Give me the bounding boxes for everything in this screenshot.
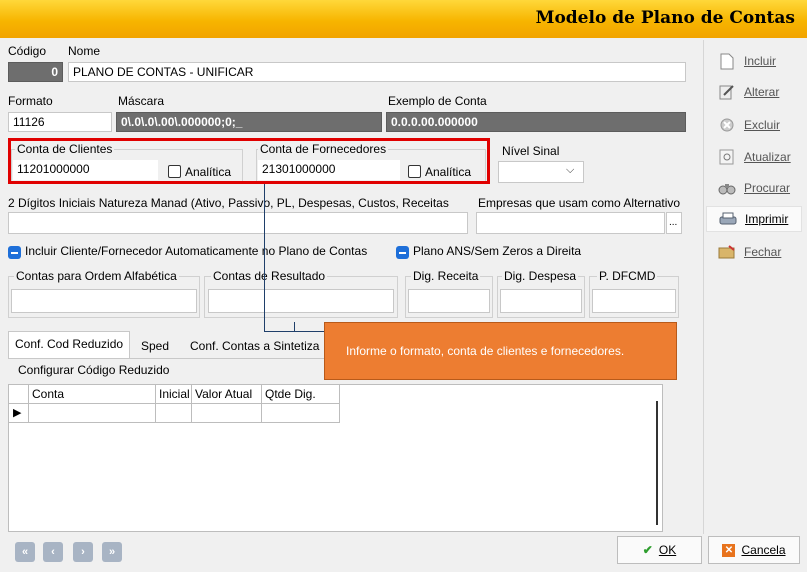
grid-group-label: Configurar Código Reduzido — [18, 363, 170, 377]
delete-icon — [716, 116, 738, 134]
ordem-label: Contas para Ordem Alfabética — [14, 269, 179, 283]
refresh-icon — [716, 148, 738, 166]
resultado-label: Contas de Resultado — [211, 269, 328, 283]
plano-ans-label: Plano ANS/Sem Zeros a Direita — [413, 244, 582, 258]
despesa-field[interactable] — [500, 289, 582, 313]
alterar-label: Alterar — [744, 85, 780, 99]
grid-corner — [9, 385, 29, 404]
codigo-field[interactable]: 0 — [8, 62, 63, 82]
receita-label: Dig. Receita — [411, 269, 481, 283]
document-icon — [716, 52, 738, 70]
nav-last-button[interactable]: » — [102, 542, 122, 562]
incluir-label: Incluir — [744, 54, 777, 68]
table-cell[interactable] — [156, 404, 192, 423]
printer-icon — [717, 210, 739, 228]
nivel-sinal-label: Nível Sinal — [502, 144, 560, 158]
close-folder-icon — [716, 243, 738, 261]
fechar-label: Fechar — [744, 245, 782, 259]
imprimir-label: Imprimir — [745, 212, 789, 226]
nome-label: Nome — [68, 44, 101, 58]
exemplo-label: Exemplo de Conta — [388, 94, 487, 108]
atualizar-label: Atualizar — [744, 150, 791, 164]
atualizar-button[interactable]: Atualizar — [706, 144, 802, 170]
procurar-label: Procurar — [744, 181, 791, 195]
grid-scrollbar[interactable] — [656, 401, 658, 525]
ok-button[interactable]: ✔ OK — [617, 536, 702, 564]
edit-icon — [716, 83, 738, 101]
dfcmd-label: P. DFCMD — [597, 269, 658, 283]
imprimir-button[interactable]: Imprimir — [706, 206, 802, 232]
table-cell[interactable] — [192, 404, 262, 423]
receita-field[interactable] — [408, 289, 490, 313]
instruction-callout: Informe o formato, conta de clientes e f… — [324, 322, 677, 380]
tab-conf-contas-sintetiza[interactable]: Conf. Contas a Sintetiza — [184, 334, 325, 358]
fechar-button[interactable]: Fechar — [706, 239, 802, 265]
excluir-label: Excluir — [744, 118, 781, 132]
row-indicator: ▶ — [9, 404, 29, 423]
natureza-label: 2 Dígitos Iniciais Natureza Manad (Ativo… — [8, 196, 449, 210]
grid-header-inicial[interactable]: Inicial — [156, 385, 192, 404]
formato-field[interactable]: 11126 — [8, 112, 112, 132]
nav-prev-button[interactable]: ‹ — [43, 542, 63, 562]
exemplo-field: 0.0.0.00.000000 — [386, 112, 686, 132]
callout-connector — [264, 184, 265, 332]
grid-header-conta[interactable]: Conta — [29, 385, 156, 404]
grid-header-valor-atual[interactable]: Valor Atual — [192, 385, 262, 404]
window-title: Modelo de Plano de Contas — [535, 8, 795, 28]
nav-next-button[interactable]: › — [73, 542, 93, 562]
ordem-field[interactable] — [11, 289, 197, 313]
ok-label: OK — [658, 543, 677, 557]
excluir-button[interactable]: Excluir — [706, 112, 802, 138]
tab-sped[interactable]: Sped — [135, 334, 175, 358]
check-icon: ✔ — [642, 543, 653, 557]
mascara-field[interactable]: 0\.0\.0\.00\.000000;0;_ — [116, 112, 382, 132]
incluir-button[interactable]: Incluir — [706, 48, 802, 74]
incluir-checkbox[interactable] — [8, 245, 21, 260]
table-cell[interactable] — [262, 404, 340, 423]
despesa-label: Dig. Despesa — [502, 269, 579, 283]
empresas-label: Empresas que usam como Alternativo — [478, 196, 681, 210]
dfcmd-field[interactable] — [592, 289, 676, 313]
binoculars-icon — [716, 179, 738, 197]
nome-field[interactable]: PLANO DE CONTAS - UNIFICAR — [68, 62, 686, 82]
codigo-label: Código — [8, 44, 47, 58]
highlight-box — [8, 138, 490, 184]
natureza-field[interactable] — [8, 212, 468, 234]
codigo-reduzido-grid[interactable]: Conta Inicial Valor Atual Qtde Dig. ▶ — [8, 384, 663, 532]
alterar-button[interactable]: Alterar — [706, 79, 802, 105]
plano-ans-checkbox[interactable] — [396, 245, 409, 260]
mascara-label: Máscara — [118, 94, 165, 108]
formato-label: Formato — [8, 94, 53, 108]
procurar-button[interactable]: Procurar — [706, 175, 802, 201]
resultado-field[interactable] — [208, 289, 394, 313]
callout-connector-tick — [294, 322, 295, 332]
incluir-label: Incluir Cliente/Fornecedor Automaticamen… — [25, 244, 368, 258]
cancel-button[interactable]: ✕ Cancela — [708, 536, 800, 564]
grid-header-qtde-dig[interactable]: Qtde Dig. — [262, 385, 340, 404]
empresas-field[interactable] — [476, 212, 665, 234]
table-cell[interactable] — [29, 404, 156, 423]
nav-first-button[interactable]: « — [15, 542, 35, 562]
tab-conf-cod-reduzido[interactable]: Conf. Cod Reduzido — [8, 331, 131, 359]
chevron-down-icon[interactable]: ⌵ — [566, 164, 574, 177]
cancel-icon: ✕ — [722, 543, 736, 557]
cancel-label: Cancela — [741, 543, 786, 557]
empresas-browse-button[interactable]: ... — [666, 212, 682, 234]
